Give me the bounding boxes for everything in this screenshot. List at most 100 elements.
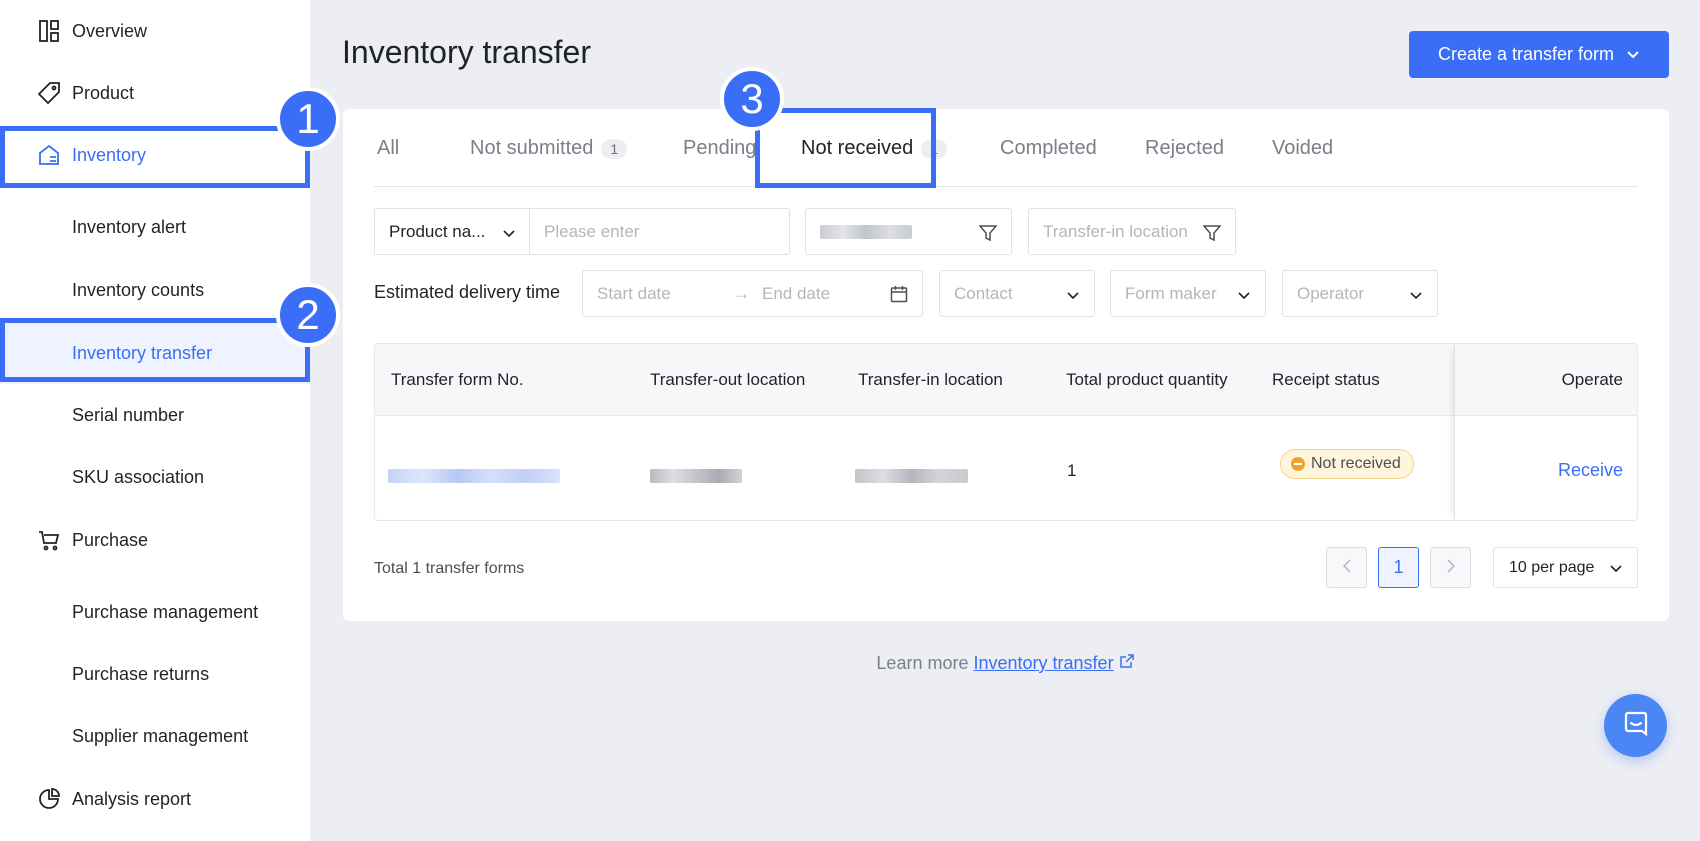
- contact-select[interactable]: Contact: [939, 270, 1095, 317]
- tab-count-badge: 1: [921, 138, 948, 159]
- learn-more: Learn more Inventory transfer: [0, 653, 1700, 674]
- sidebar-item-inventory-counts[interactable]: Inventory counts: [0, 259, 310, 321]
- column-header: Receipt status: [1272, 370, 1380, 389]
- sidebar-item-purchase-management[interactable]: Purchase management: [0, 581, 310, 643]
- chevron-down-icon: [1409, 287, 1423, 307]
- status-icon: [1291, 457, 1305, 471]
- filter-icon: [1202, 224, 1222, 247]
- table-header: [375, 344, 1637, 416]
- transfer-form-number-link[interactable]: [388, 469, 560, 483]
- search-field-select[interactable]: Product na...: [374, 208, 530, 255]
- filter-icon: [978, 224, 998, 247]
- sidebar-item-label: Serial number: [72, 404, 185, 425]
- sidebar-item-label: Inventory alert: [72, 216, 187, 237]
- range-arrow: →: [733, 283, 750, 303]
- status-badge: Not received: [1280, 449, 1414, 479]
- chat-icon: [1622, 709, 1650, 742]
- delivery-date-range[interactable]: Start date → End date: [582, 270, 923, 317]
- status-tabs: All Not submitted 1 Pending Not received…: [374, 109, 1638, 187]
- search-field-value: Product na...: [389, 221, 486, 241]
- search-input[interactable]: Please enter: [529, 208, 790, 255]
- transfer-in-location-filter[interactable]: Transfer-in location: [1028, 208, 1236, 255]
- tab-not-submitted[interactable]: Not submitted 1: [470, 137, 628, 160]
- redacted-transfer-in-location: [855, 469, 968, 483]
- tag-icon: [37, 81, 61, 105]
- column-header: Transfer-in location: [858, 370, 1003, 389]
- status-label: Not received: [1311, 455, 1401, 472]
- chevron-down-icon: [502, 225, 516, 245]
- external-link-icon[interactable]: [1119, 653, 1134, 673]
- learn-more-link[interactable]: Inventory transfer: [974, 653, 1114, 673]
- tab-pending[interactable]: Pending: [683, 137, 756, 160]
- sidebar-item-purchase[interactable]: Purchase: [0, 509, 310, 571]
- calendar-icon: [890, 285, 908, 308]
- next-page-button[interactable]: [1430, 547, 1471, 588]
- sidebar-item-sku-association[interactable]: SKU association: [0, 446, 310, 508]
- contact-placeholder: Contact: [954, 283, 1013, 303]
- tab-label: Not submitted: [470, 137, 594, 159]
- transfer-list-card: All Not submitted 1 Pending Not received…: [343, 109, 1669, 621]
- operate-column: Operate Receive: [1454, 344, 1637, 520]
- tab-not-received[interactable]: Not received 1: [801, 137, 948, 160]
- column-header: Total product quantity: [1066, 370, 1228, 389]
- sidebar-item-inventory-transfer[interactable]: Inventory transfer: [0, 322, 310, 384]
- page-size-value: 10 per page: [1509, 558, 1595, 576]
- sidebar-item-label: Inventory transfer: [72, 342, 213, 363]
- sidebar-item-label: SKU association: [72, 466, 205, 487]
- step-2-badge: 2: [276, 283, 340, 347]
- step-1-badge: 1: [276, 87, 340, 151]
- cart-icon: [37, 528, 61, 552]
- chevron-left-icon: [1342, 557, 1352, 578]
- tab-label: Pending: [683, 137, 757, 159]
- page-size-select[interactable]: 10 per page: [1493, 547, 1638, 588]
- form-maker-select[interactable]: Form maker: [1110, 270, 1266, 317]
- column-header: Transfer form No.: [391, 370, 524, 389]
- pie-chart-icon: [37, 787, 61, 811]
- tab-label: Rejected: [1145, 137, 1224, 159]
- tab-label: Completed: [1000, 137, 1097, 159]
- sidebar-item-inventory[interactable]: Inventory: [0, 124, 310, 186]
- operator-select[interactable]: Operator: [1282, 270, 1438, 317]
- sidebar-item-product[interactable]: Product: [0, 62, 310, 124]
- sidebar-item-label: Overview: [72, 20, 148, 41]
- column-header: Operate: [1561, 370, 1623, 389]
- page-title: Inventory transfer: [342, 34, 591, 70]
- chat-support-button[interactable]: [1604, 694, 1667, 757]
- operator-placeholder: Operator: [1297, 283, 1365, 303]
- tab-rejected[interactable]: Rejected: [1145, 137, 1224, 160]
- sidebar-item-label: Analysis report: [72, 788, 192, 809]
- tab-label: All: [377, 137, 400, 159]
- sidebar: Overview Product Inventory Inventory ale…: [0, 0, 310, 841]
- layout-icon: [37, 19, 61, 43]
- tab-label: Not received: [801, 137, 914, 159]
- sidebar-item-inventory-alert[interactable]: Inventory alert: [0, 196, 310, 258]
- chevron-down-icon: [1609, 561, 1623, 580]
- prev-page-button[interactable]: [1326, 547, 1367, 588]
- transfer-in-placeholder: Transfer-in location: [1043, 221, 1188, 241]
- end-date-placeholder[interactable]: End date: [762, 284, 830, 304]
- search-input-placeholder: Please enter: [544, 221, 640, 241]
- sidebar-item-label: Purchase: [72, 529, 149, 550]
- tab-all[interactable]: All: [377, 137, 399, 160]
- transfer-out-location-filter[interactable]: [805, 208, 1012, 255]
- sidebar-item-label: Product: [72, 82, 135, 103]
- sidebar-item-label: Inventory counts: [72, 279, 205, 300]
- sidebar-item-supplier-management[interactable]: Supplier management: [0, 705, 310, 767]
- redacted-value: [820, 224, 912, 239]
- start-date-placeholder[interactable]: Start date: [597, 284, 671, 304]
- page-button[interactable]: 1: [1378, 547, 1419, 588]
- sidebar-item-serial-number[interactable]: Serial number: [0, 384, 310, 446]
- sidebar-item-overview[interactable]: Overview: [0, 0, 310, 62]
- chevron-down-icon: [1066, 287, 1080, 307]
- chevron-right-icon: [1446, 557, 1456, 578]
- sidebar-item-analysis-report[interactable]: Analysis report: [0, 768, 310, 830]
- chevron-down-icon: [1237, 287, 1251, 307]
- redacted-transfer-out-location: [650, 469, 742, 483]
- tab-voided[interactable]: Voided: [1272, 137, 1333, 160]
- receive-button[interactable]: Receive: [1558, 460, 1623, 481]
- tab-label: Voided: [1272, 137, 1334, 159]
- create-transfer-form-button[interactable]: Create a transfer form: [1409, 31, 1669, 78]
- delivery-time-label: Estimated delivery time: [374, 282, 561, 302]
- home-icon: [37, 143, 61, 167]
- tab-completed[interactable]: Completed: [1000, 137, 1097, 160]
